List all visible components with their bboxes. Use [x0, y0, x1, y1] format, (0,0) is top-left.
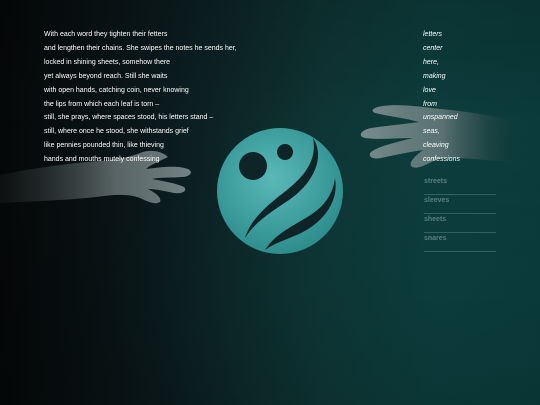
word-column: letters center here, making love from un…: [423, 28, 513, 167]
word-link-seas[interactable]: seas,: [423, 125, 513, 139]
option-sheets[interactable]: sheets: [424, 214, 496, 233]
word-link-confessions[interactable]: confessions: [423, 153, 513, 167]
option-label: snares: [424, 235, 447, 242]
poem-line: and lengthen their chains. She swipes th…: [44, 44, 237, 52]
poem-line: like pennies pounded thin, like thieving: [44, 142, 164, 150]
word-link-here[interactable]: here,: [423, 56, 513, 70]
word-link-from[interactable]: from: [423, 98, 513, 112]
option-snares[interactable]: snares: [424, 233, 496, 252]
poem-line: locked in shining sheets, somehow there: [44, 58, 171, 66]
poem-line: still, she prays, where spaces stood, hi…: [44, 114, 214, 122]
poem-line: yet always beyond reach. Still she waits: [44, 72, 168, 80]
option-label: streets: [424, 178, 447, 185]
poem-line: still, where once he stood, she withstan…: [44, 128, 189, 136]
poem-line: with open hands, catching coin, never kn…: [44, 86, 189, 94]
word-link-making[interactable]: making: [423, 70, 513, 84]
option-label: sheets: [424, 216, 447, 223]
word-link-center[interactable]: center: [423, 42, 513, 56]
word-link-unspanned[interactable]: unspanned: [423, 111, 513, 125]
word-link-cleaving[interactable]: cleaving: [423, 139, 513, 153]
poem-text: With each word they tighten their fetter…: [44, 28, 364, 167]
word-link-letters[interactable]: letters: [423, 28, 513, 42]
word-link-love[interactable]: love: [423, 84, 513, 98]
option-streets[interactable]: streets: [424, 176, 496, 195]
option-label: sleeves: [424, 197, 450, 204]
poem-line: With each word they tighten their fetter…: [44, 31, 168, 38]
poem-line: hands and mouths mutely confessing: [44, 156, 160, 164]
option-sleeves[interactable]: sleeves: [424, 195, 496, 214]
option-list: streets sleeves sheets snares: [424, 176, 496, 252]
poem-line: the lips from which each leaf is torn –: [44, 100, 160, 108]
